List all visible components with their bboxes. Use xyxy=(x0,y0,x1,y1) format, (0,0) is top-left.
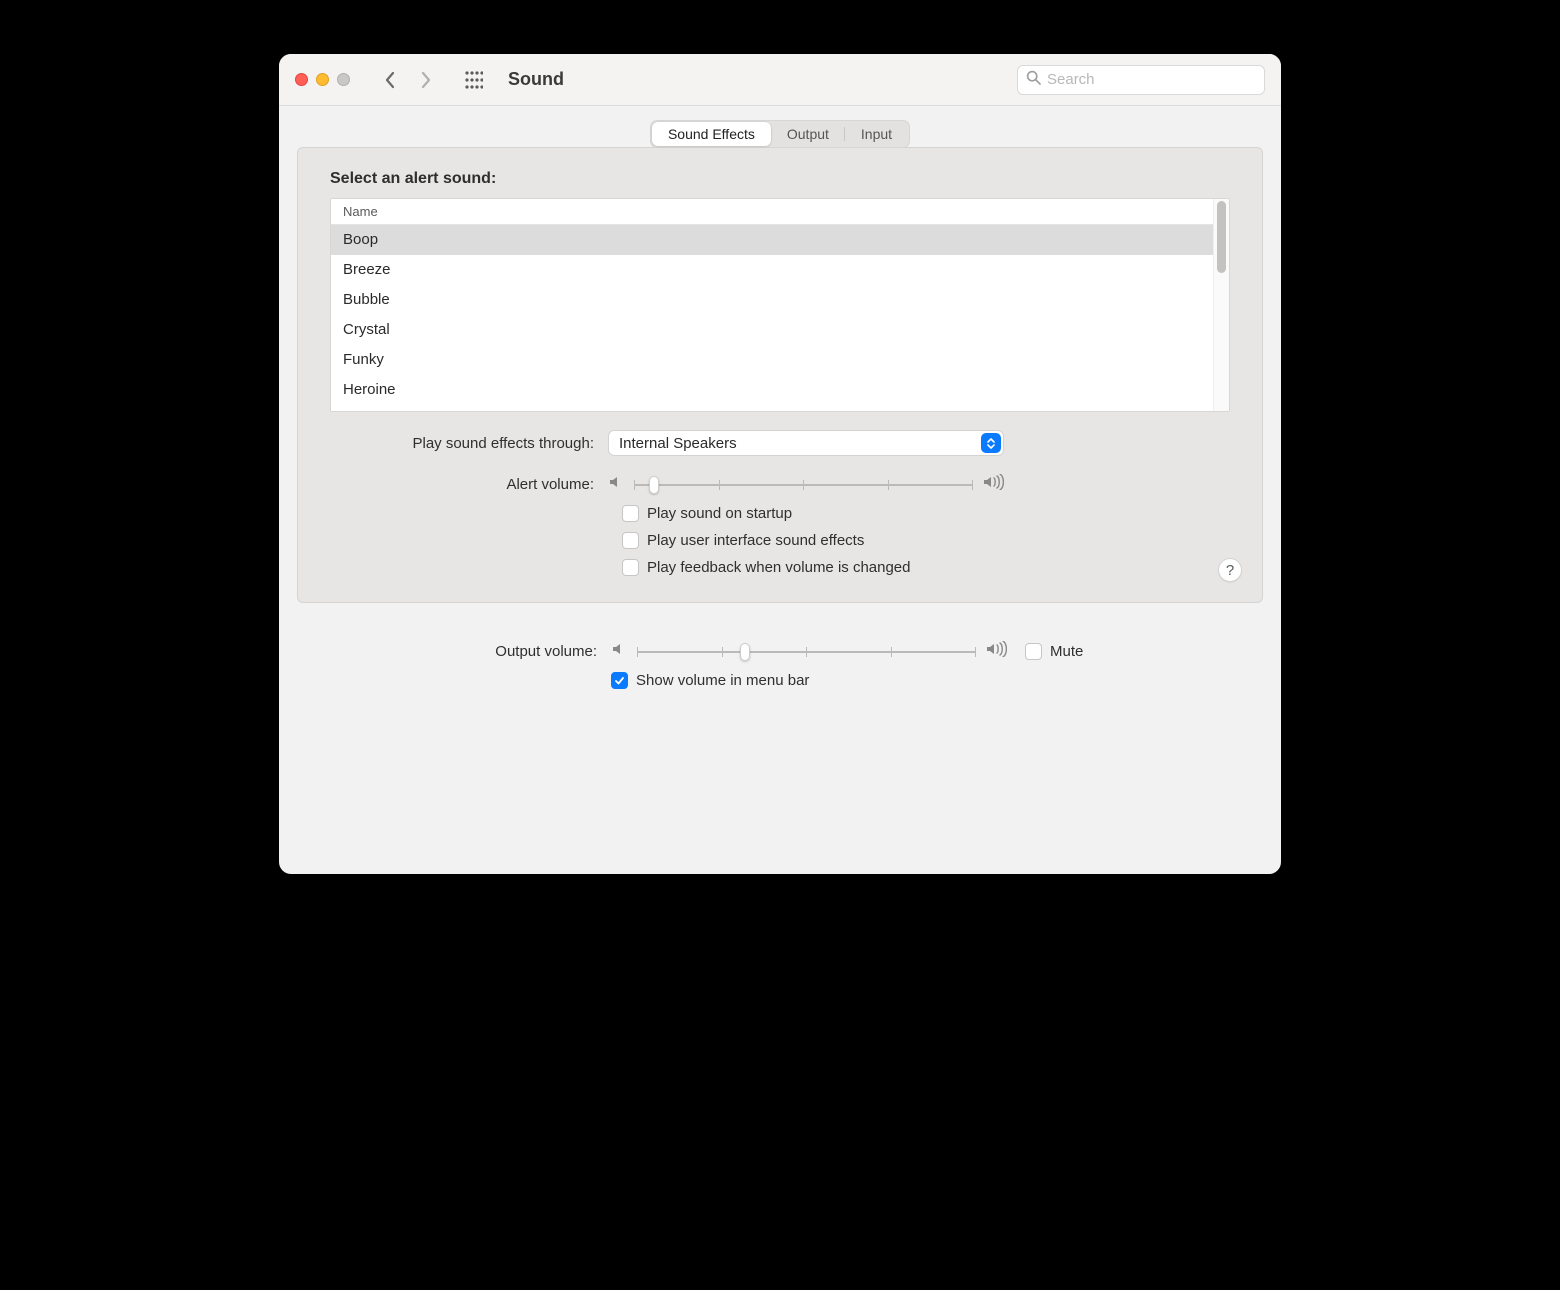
volume-low-icon xyxy=(611,641,627,662)
zoom-window-button xyxy=(337,73,350,86)
sound-effects-panel: Select an alert sound: Name Boop Breeze … xyxy=(297,147,1263,603)
slider-thumb[interactable] xyxy=(740,643,750,661)
search-input[interactable] xyxy=(1047,71,1256,88)
back-button[interactable] xyxy=(376,66,404,94)
tab-sound-effects[interactable]: Sound Effects xyxy=(652,122,771,146)
volume-feedback-label: Play feedback when volume is changed xyxy=(647,559,911,576)
mute-label: Mute xyxy=(1050,643,1083,660)
output-volume-label: Output volume: xyxy=(315,643,611,660)
window-title: Sound xyxy=(508,69,564,90)
output-volume-slider[interactable] xyxy=(637,642,975,662)
select-chevrons-icon xyxy=(981,433,1001,453)
alert-sound-list[interactable]: Name Boop Breeze Bubble Crystal Funky He… xyxy=(330,198,1230,412)
tab-output[interactable]: Output xyxy=(771,122,845,146)
content-area: Sound Effects Output Input Select an ale… xyxy=(279,106,1281,874)
volume-high-icon xyxy=(982,474,1004,495)
preferences-window: Sound Sound Effects Output Input Select … xyxy=(279,54,1281,874)
play-through-label: Play sound effects through: xyxy=(330,435,608,452)
minimize-window-button[interactable] xyxy=(316,73,329,86)
alert-sound-row[interactable]: Bubble xyxy=(331,285,1213,315)
alert-sound-row[interactable]: Heroine xyxy=(331,375,1213,405)
play-through-select[interactable]: Internal Speakers xyxy=(608,430,1004,456)
alert-volume-label: Alert volume: xyxy=(330,476,608,493)
alert-sound-row[interactable]: Crystal xyxy=(331,315,1213,345)
forward-button xyxy=(412,66,440,94)
volume-feedback-checkbox[interactable] xyxy=(622,559,639,576)
search-icon xyxy=(1026,70,1041,90)
alert-list-column-header[interactable]: Name xyxy=(331,199,1213,225)
window-controls xyxy=(295,73,350,86)
alert-sound-label: Select an alert sound: xyxy=(330,170,1230,188)
tab-bar: Sound Effects Output Input xyxy=(650,120,910,148)
scrollbar-thumb[interactable] xyxy=(1217,201,1226,273)
ui-sounds-label: Play user interface sound effects xyxy=(647,532,864,549)
menu-bar-volume-checkbox[interactable] xyxy=(611,672,628,689)
startup-sound-label: Play sound on startup xyxy=(647,505,792,522)
ui-sounds-checkbox[interactable] xyxy=(622,532,639,549)
alert-list-scrollbar[interactable] xyxy=(1213,199,1229,411)
startup-sound-checkbox[interactable] xyxy=(622,505,639,522)
play-through-value: Internal Speakers xyxy=(619,435,737,452)
titlebar: Sound xyxy=(279,54,1281,106)
help-button[interactable]: ? xyxy=(1218,558,1242,582)
output-volume-area: Output volume: xyxy=(297,631,1263,689)
search-field[interactable] xyxy=(1017,65,1265,95)
tab-input[interactable]: Input xyxy=(845,122,908,146)
volume-high-icon xyxy=(985,641,1007,662)
slider-thumb[interactable] xyxy=(649,476,659,494)
alert-volume-slider[interactable] xyxy=(634,475,972,495)
menu-bar-volume-label: Show volume in menu bar xyxy=(636,672,809,689)
volume-low-icon xyxy=(608,474,624,495)
show-all-button[interactable] xyxy=(460,66,488,94)
alert-sound-row[interactable]: Funky xyxy=(331,345,1213,375)
mute-checkbox[interactable] xyxy=(1025,643,1042,660)
alert-sound-row[interactable]: Breeze xyxy=(331,255,1213,285)
alert-sound-row[interactable]: Boop xyxy=(331,225,1213,255)
close-window-button[interactable] xyxy=(295,73,308,86)
